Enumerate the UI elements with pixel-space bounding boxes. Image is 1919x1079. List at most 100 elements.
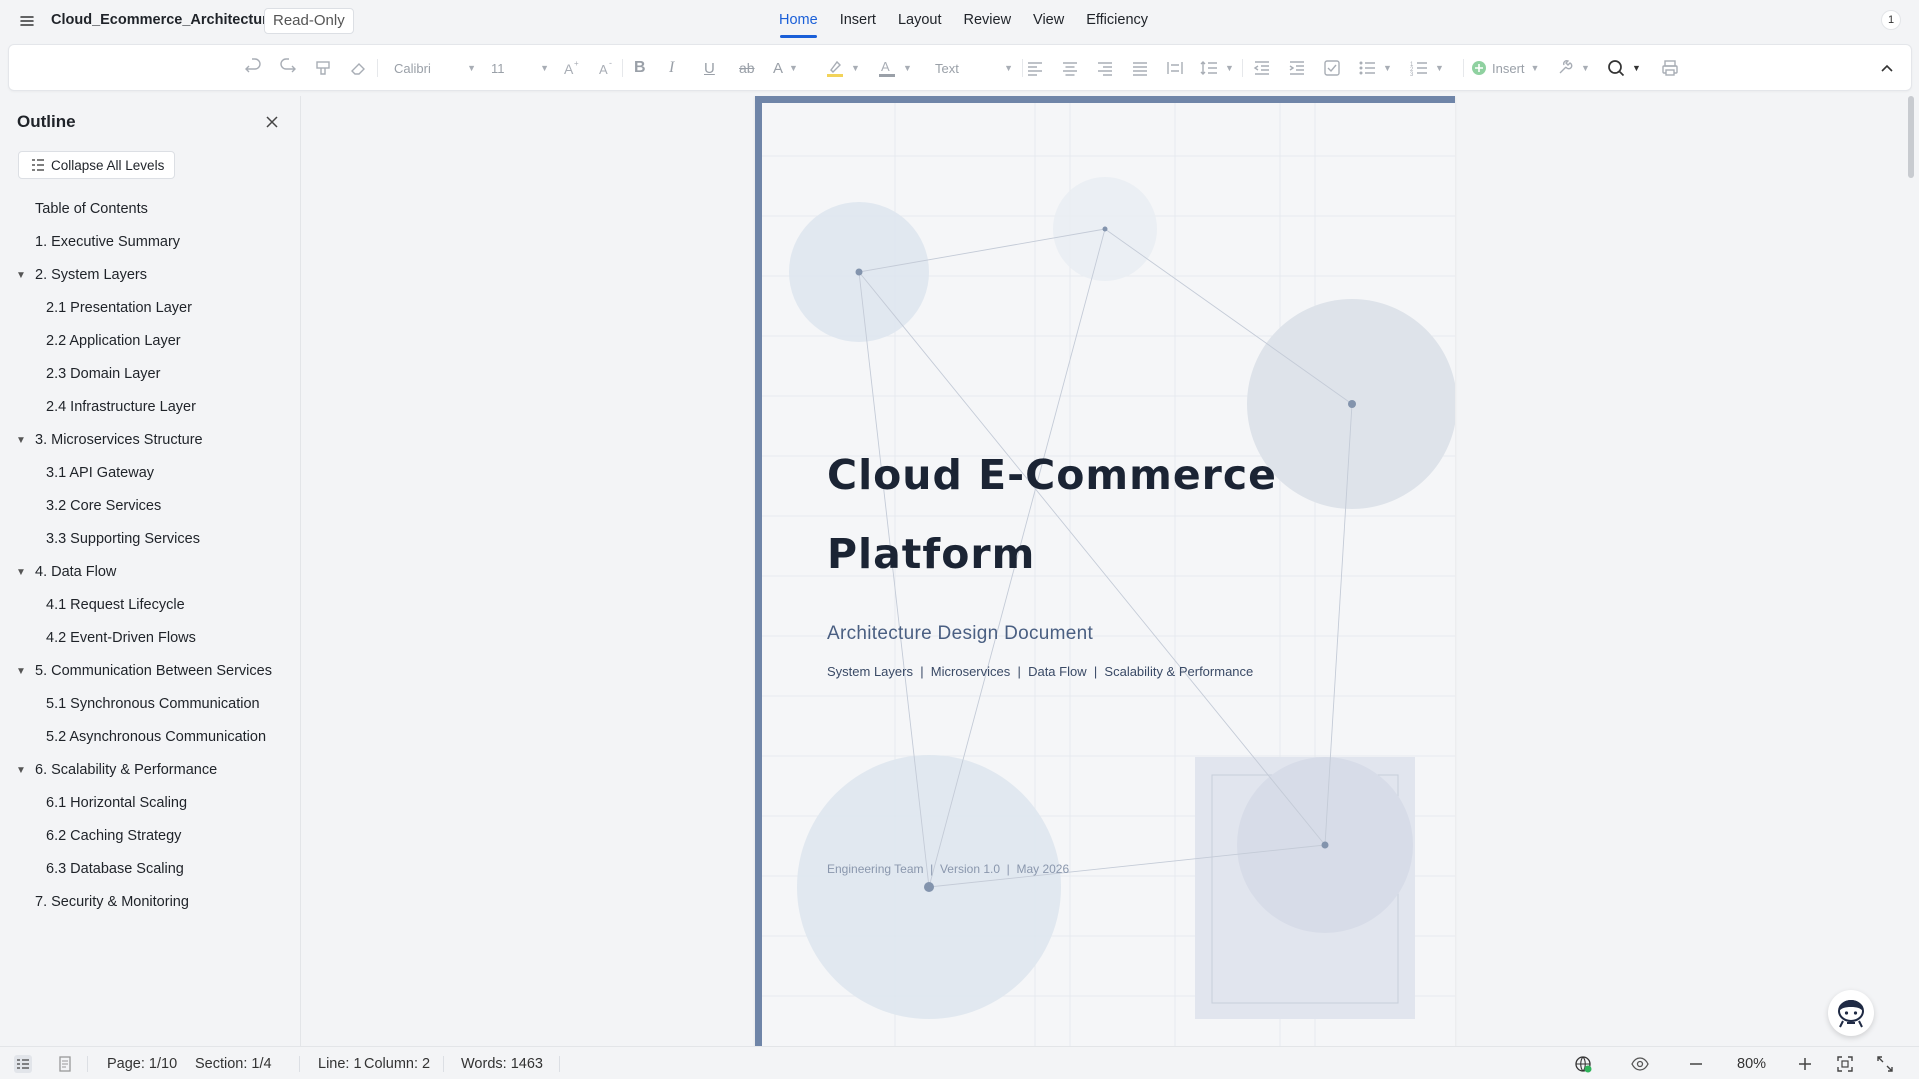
zoom-in-icon[interactable] xyxy=(1796,1055,1814,1073)
tab-review[interactable]: Review xyxy=(953,0,1023,42)
outline-item[interactable]: ▼ 3. Microservices Structure xyxy=(0,424,300,457)
line-spacing-icon[interactable]: ▼ xyxy=(1199,57,1234,79)
notification-badge[interactable]: 1 xyxy=(1881,10,1901,30)
expand-triangle-icon[interactable]: ▼ xyxy=(16,655,26,688)
print-icon[interactable] xyxy=(1660,57,1680,79)
fullscreen-icon[interactable] xyxy=(1876,1055,1894,1073)
outline-item[interactable]: 1. Executive Summary xyxy=(0,226,300,259)
checkbox-icon[interactable] xyxy=(1322,57,1342,79)
zoom-out-icon[interactable] xyxy=(1687,1055,1705,1073)
outline-item[interactable]: 2.3 Domain Layer xyxy=(0,358,300,391)
online-globe-icon[interactable] xyxy=(1574,1055,1592,1073)
outline-item[interactable]: 5.2 Asynchronous Communication xyxy=(0,721,300,754)
word-count[interactable]: Words: 1463 xyxy=(461,1056,543,1072)
outline-item[interactable]: ▼ 2. System Layers xyxy=(0,259,300,292)
redo-icon[interactable] xyxy=(278,57,298,79)
vertical-scrollbar[interactable] xyxy=(1908,96,1914,178)
bold-icon[interactable]: B xyxy=(634,57,646,79)
hamburger-menu-icon[interactable] xyxy=(18,12,36,30)
document-page[interactable]: Cloud E-Commerce Platform Architecture D… xyxy=(755,96,1455,1046)
strikethrough-icon[interactable]: ab xyxy=(739,57,755,79)
italic-icon[interactable]: I xyxy=(669,57,674,79)
align-center-icon[interactable] xyxy=(1060,57,1080,79)
outline-item[interactable]: Table of Contents xyxy=(0,193,300,226)
page-indicator[interactable]: Page: 1/10 xyxy=(107,1056,177,1072)
underline-icon[interactable]: U xyxy=(704,57,715,79)
document-title[interactable]: Cloud_Ecommerce_Architecture xyxy=(51,12,276,28)
outline-item[interactable]: 5.1 Synchronous Communication xyxy=(0,688,300,721)
font-name-select[interactable]: Calibri ▼ xyxy=(394,57,476,79)
outline-title: Outline xyxy=(17,112,76,131)
tools-icon[interactable]: ▼ xyxy=(1555,57,1590,79)
expand-triangle-icon[interactable]: ▼ xyxy=(16,424,26,457)
undo-icon[interactable] xyxy=(243,57,263,79)
numbered-list-icon[interactable]: 1 2 3 ▼ xyxy=(1409,57,1444,79)
search-icon[interactable]: ▼ xyxy=(1606,57,1641,79)
decrease-indent-icon[interactable] xyxy=(1252,57,1272,79)
outline-item[interactable]: 2.1 Presentation Layer xyxy=(0,292,300,325)
increase-indent-icon[interactable] xyxy=(1287,57,1307,79)
style-select[interactable]: Text ▼ xyxy=(935,57,1013,79)
outline-toggle-icon[interactable] xyxy=(14,1055,32,1073)
font-size-select[interactable]: 11 ▼ xyxy=(491,57,549,79)
close-icon[interactable] xyxy=(264,114,280,130)
document-canvas[interactable]: Cloud E-Commerce Platform Architecture D… xyxy=(302,96,1919,1046)
zoom-level[interactable]: 80% xyxy=(1737,1056,1766,1072)
outline-item[interactable]: 3.1 API Gateway xyxy=(0,457,300,490)
ai-assistant-button[interactable] xyxy=(1828,990,1874,1036)
expand-triangle-icon[interactable]: ▼ xyxy=(16,754,26,787)
collapse-all-levels-button[interactable]: Collapse All Levels xyxy=(18,151,176,179)
tab-layout[interactable]: Layout xyxy=(887,0,953,42)
outline-item-label: 6.1 Horizontal Scaling xyxy=(46,795,188,811)
outline-item[interactable]: ▼ 6. Scalability & Performance xyxy=(0,754,300,787)
outline-item[interactable]: ▼ 5. Communication Between Services xyxy=(0,655,300,688)
reading-mode-eye-icon[interactable] xyxy=(1631,1055,1649,1073)
page-layout-icon[interactable] xyxy=(56,1055,74,1073)
align-right-icon[interactable] xyxy=(1095,57,1115,79)
tab-insert[interactable]: Insert xyxy=(829,0,887,42)
outline-item[interactable]: 3.3 Supporting Services xyxy=(0,523,300,556)
outline-item[interactable]: 6.3 Database Scaling xyxy=(0,853,300,886)
align-left-icon[interactable] xyxy=(1025,57,1045,79)
outline-item-label: 5. Communication Between Services xyxy=(35,663,272,679)
font-color-icon[interactable]: A ▼ xyxy=(877,57,912,79)
format-painter-icon[interactable] xyxy=(313,57,333,79)
outline-item-label: Table of Contents xyxy=(35,201,148,217)
increase-font-icon[interactable]: A + xyxy=(562,57,582,79)
outline-item-label: 7. Security & Monitoring xyxy=(35,894,189,910)
outline-item[interactable]: 2.4 Infrastructure Layer xyxy=(0,391,300,424)
outline-item[interactable]: 6.1 Horizontal Scaling xyxy=(0,787,300,820)
outline-item[interactable]: ▼ 4. Data Flow xyxy=(0,556,300,589)
fit-page-icon[interactable] xyxy=(1836,1055,1854,1073)
tab-view[interactable]: View xyxy=(1022,0,1075,42)
insert-menu-button[interactable]: Insert ▼ xyxy=(1471,57,1539,79)
distributed-icon[interactable] xyxy=(1165,57,1185,79)
highlight-icon[interactable]: ▼ xyxy=(825,57,860,79)
status-bar: Page: 1/10 Section: 1/4 Line: 1 Column: … xyxy=(0,1046,1919,1079)
top-bar: Cloud_Ecommerce_Architecture Read-Only H… xyxy=(0,0,1919,42)
decrease-font-icon[interactable]: A- xyxy=(597,57,617,79)
text-effect-icon[interactable]: A ▼ xyxy=(773,57,798,79)
outline-item-label: 4. Data Flow xyxy=(35,564,117,580)
outline-item[interactable]: 4.2 Event-Driven Flows xyxy=(0,622,300,655)
outline-item-label: 2.4 Infrastructure Layer xyxy=(46,399,196,415)
justify-icon[interactable] xyxy=(1130,57,1150,79)
outline-item[interactable]: 3.2 Core Services xyxy=(0,490,300,523)
insert-icon xyxy=(1472,61,1486,75)
outline-item[interactable]: 7. Security & Monitoring xyxy=(0,886,300,919)
outline-item[interactable]: 2.2 Application Layer xyxy=(0,325,300,358)
outline-item[interactable]: 4.1 Request Lifecycle xyxy=(0,589,300,622)
tab-efficiency[interactable]: Efficiency xyxy=(1075,0,1159,42)
eraser-icon[interactable] xyxy=(348,57,368,79)
outline-item[interactable]: 6.2 Caching Strategy xyxy=(0,820,300,853)
tab-home[interactable]: Home xyxy=(768,0,829,42)
cover-subtitle: Architecture Design Document xyxy=(827,623,1094,644)
bullet-list-icon[interactable]: ▼ xyxy=(1357,57,1392,79)
svg-text:-: - xyxy=(609,58,612,68)
collapse-ribbon-icon[interactable] xyxy=(1879,57,1895,79)
outline-item-label: 4.1 Request Lifecycle xyxy=(46,597,185,613)
expand-triangle-icon[interactable]: ▼ xyxy=(16,556,26,589)
outline-item-label: 6.3 Database Scaling xyxy=(46,861,184,877)
outline-item-label: 6. Scalability & Performance xyxy=(35,762,218,778)
expand-triangle-icon[interactable]: ▼ xyxy=(16,259,26,292)
